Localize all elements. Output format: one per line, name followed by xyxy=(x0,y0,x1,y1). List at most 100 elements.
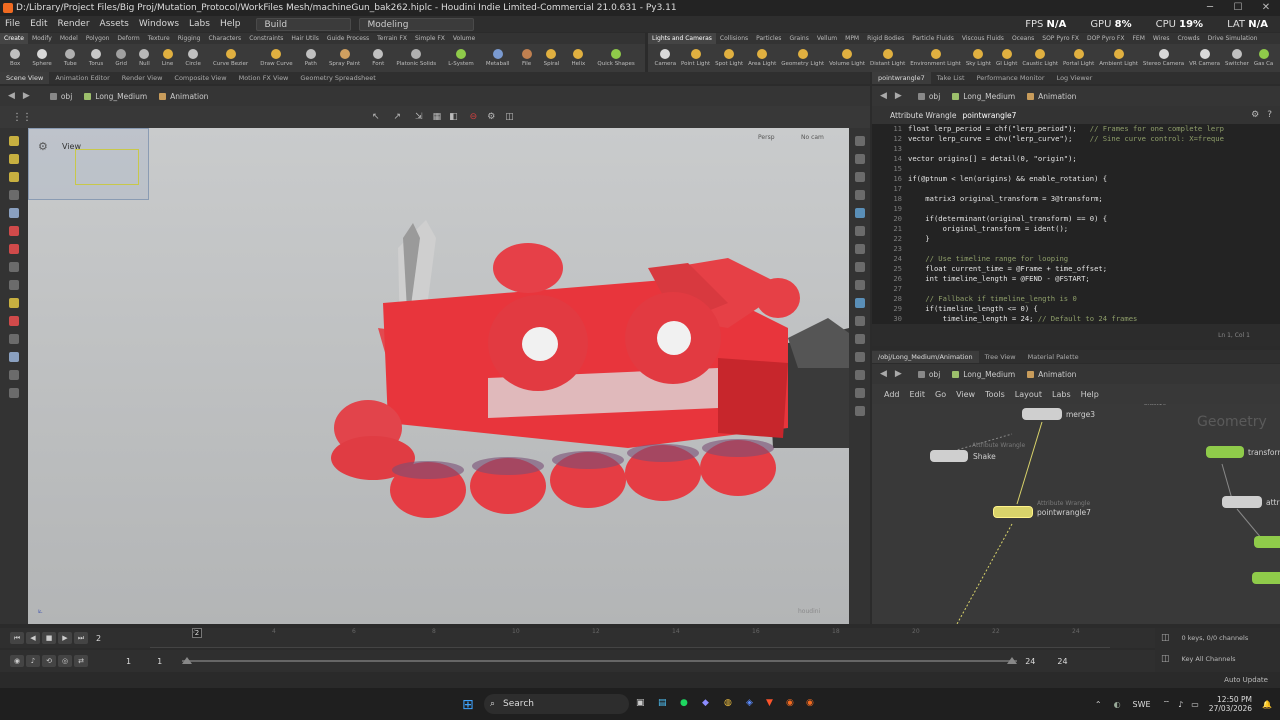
shelf-tab-sop-pyro-fx[interactable]: SOP Pyro FX xyxy=(1038,33,1083,44)
pane-tab-geometry-spreadsheet[interactable]: Geometry Spreadsheet xyxy=(294,72,381,84)
tool-spiral[interactable]: Spiral xyxy=(544,49,559,67)
green-node-2[interactable] xyxy=(1252,572,1280,584)
shelf-tab-particle-fluids[interactable]: Particle Fluids xyxy=(908,33,958,44)
shelf-tab-rigging[interactable]: Rigging xyxy=(174,33,205,44)
node-name-field[interactable]: pointwrangle7 xyxy=(962,111,1016,120)
bg-icon[interactable] xyxy=(854,298,865,308)
auto-update-button[interactable]: Auto Update xyxy=(1224,676,1268,684)
play-button[interactable]: ▶ xyxy=(58,632,72,644)
globe-tool-icon[interactable] xyxy=(9,370,19,380)
key-all-channels-button[interactable]: Key All Channels xyxy=(1182,655,1236,663)
tool-circle[interactable]: Circle xyxy=(185,49,201,67)
menu-assets[interactable]: Assets xyxy=(95,16,134,32)
pane-tab-render-view[interactable]: Render View xyxy=(116,72,169,84)
rotate-tool-icon[interactable] xyxy=(9,172,19,182)
network-menu-layout[interactable]: Layout xyxy=(1015,390,1042,399)
shelf-tab-collisions[interactable]: Collisions xyxy=(716,33,752,44)
render-icon[interactable] xyxy=(854,352,865,362)
vex-code-editor[interactable]: 11 float lerp_period = chf("lerp_period")… xyxy=(872,124,1280,324)
shelf-tab-modify[interactable]: Modify xyxy=(28,33,56,44)
range-slider[interactable] xyxy=(182,657,1018,664)
info-icon[interactable] xyxy=(854,388,865,398)
range-start-handle[interactable] xyxy=(182,657,193,664)
guide-icon[interactable] xyxy=(854,280,865,290)
sim-icon[interactable]: ⇄ xyxy=(74,655,88,667)
tool-tube[interactable]: Tube xyxy=(64,49,77,67)
app-icon-2[interactable]: ◆ xyxy=(702,698,709,708)
network-menu-help[interactable]: Help xyxy=(1081,390,1099,399)
lights-icon[interactable] xyxy=(854,190,865,200)
shelf-tab-terrain-fx[interactable]: Terrain FX xyxy=(373,33,411,44)
desktop-build-selector[interactable]: Build xyxy=(255,17,351,31)
tool-torus[interactable]: Torus xyxy=(89,49,103,67)
forward-icon[interactable]: ▶ xyxy=(23,91,30,101)
chrome-icon[interactable]: ◍ xyxy=(724,698,732,708)
tool-sky-light[interactable]: Sky Light xyxy=(966,49,991,67)
start-range-field[interactable]: 1 xyxy=(157,657,162,666)
tool-draw-curve[interactable]: Draw Curve xyxy=(260,49,293,67)
tool-spot-light[interactable]: Spot Light xyxy=(715,49,743,67)
jump-start-button[interactable]: ⏮ xyxy=(10,632,24,644)
shelf-tab-simple-fx[interactable]: Simple FX xyxy=(411,33,449,44)
shaded-icon[interactable] xyxy=(854,172,865,182)
battery-icon[interactable]: ▭ xyxy=(1191,700,1199,709)
clock-date[interactable]: 27/03/2026 xyxy=(1209,704,1252,713)
back-icon[interactable]: ◀ xyxy=(880,91,887,101)
maximize-button[interactable]: ☐ xyxy=(1224,0,1252,16)
language-indicator[interactable]: SWE xyxy=(1133,700,1151,709)
shelf-tab-rigid-bodies[interactable]: Rigid Bodies xyxy=(863,33,908,44)
tool-vr-camera[interactable]: VR Camera xyxy=(1189,49,1220,67)
path-geo[interactable]: Long_Medium xyxy=(78,92,153,101)
desktop-modeling-selector[interactable]: Modeling xyxy=(358,17,474,31)
help-icon[interactable]: ? xyxy=(1267,110,1272,120)
network-editor[interactable]: Geometry merge3 blast10 Attribute Wrangl… xyxy=(872,404,1280,624)
tray-app-icon[interactable]: ◐ xyxy=(1114,700,1121,709)
paint-tool-icon[interactable] xyxy=(9,262,19,272)
tool-curve-bezier[interactable]: Curve Bezier xyxy=(213,49,248,67)
camera-view-icon[interactable] xyxy=(854,370,865,380)
start-frame-field[interactable]: 1 xyxy=(126,657,131,666)
ghost-icon[interactable] xyxy=(854,262,865,272)
path-geo[interactable]: Long_Medium xyxy=(946,370,1021,379)
display-icon[interactable]: ◧ xyxy=(449,112,458,122)
snap-tool-icon[interactable] xyxy=(9,298,19,308)
merge-node[interactable] xyxy=(1022,408,1062,420)
shelf-tab-drive-simulation[interactable]: Drive Simulation xyxy=(1204,33,1262,44)
tool-helix[interactable]: Helix xyxy=(571,49,585,67)
path-node[interactable]: Animation xyxy=(1021,370,1082,379)
pose-tool-icon[interactable] xyxy=(9,226,19,236)
shelf-tab-dop-pyro-fx[interactable]: DOP Pyro FX xyxy=(1083,33,1129,44)
network-tab-1[interactable]: /obj/Long_Medium/Animation xyxy=(872,350,979,363)
tool-gi-light[interactable]: GI Light xyxy=(996,49,1017,67)
lock-icon[interactable] xyxy=(854,406,865,416)
shelf-tab-volume[interactable]: Volume xyxy=(449,33,479,44)
attrib-node[interactable] xyxy=(1222,496,1262,508)
stop-button[interactable]: ■ xyxy=(42,632,56,644)
snap-icon[interactable]: ↗ xyxy=(394,112,402,122)
shelf-tab-wires[interactable]: Wires xyxy=(1149,33,1174,44)
menu-edit[interactable]: Edit xyxy=(25,16,52,32)
tool-camera[interactable]: Camera xyxy=(654,49,676,67)
brush-tool-icon[interactable] xyxy=(9,244,19,254)
tool-switcher[interactable]: Switcher xyxy=(1225,49,1249,67)
tool-area-light[interactable]: Area Light xyxy=(748,49,776,67)
shelf-tab-crowds[interactable]: Crowds xyxy=(1174,33,1204,44)
shelf-tab-oceans[interactable]: Oceans xyxy=(1008,33,1038,44)
end-frame-field[interactable]: 24 xyxy=(1057,657,1067,666)
tray-chevron-icon[interactable]: ⌃ xyxy=(1095,700,1102,709)
tool-metaball[interactable]: Metaball xyxy=(486,49,509,67)
tool-spray-paint[interactable]: Spray Paint xyxy=(329,49,360,67)
tool-ambient-light[interactable]: Ambient Light xyxy=(1099,49,1138,67)
path-node[interactable]: Animation xyxy=(1021,92,1082,101)
tool-stereo-camera[interactable]: Stereo Camera xyxy=(1143,49,1184,67)
path-node[interactable]: Animation xyxy=(153,92,214,101)
back-icon[interactable]: ◀ xyxy=(8,91,15,101)
shelf-tab-constraints[interactable]: Constraints xyxy=(245,33,287,44)
network-tab-2[interactable]: Tree View xyxy=(979,351,1022,363)
tool-sphere[interactable]: Sphere xyxy=(32,49,52,67)
pointwrangle-node[interactable] xyxy=(993,506,1033,518)
menu-help[interactable]: Help xyxy=(215,16,246,32)
wireframe-icon[interactable] xyxy=(854,154,865,164)
shelf-tab-lights-and-cameras[interactable]: Lights and Cameras xyxy=(648,33,716,44)
shelf-tab-characters[interactable]: Characters xyxy=(204,33,245,44)
